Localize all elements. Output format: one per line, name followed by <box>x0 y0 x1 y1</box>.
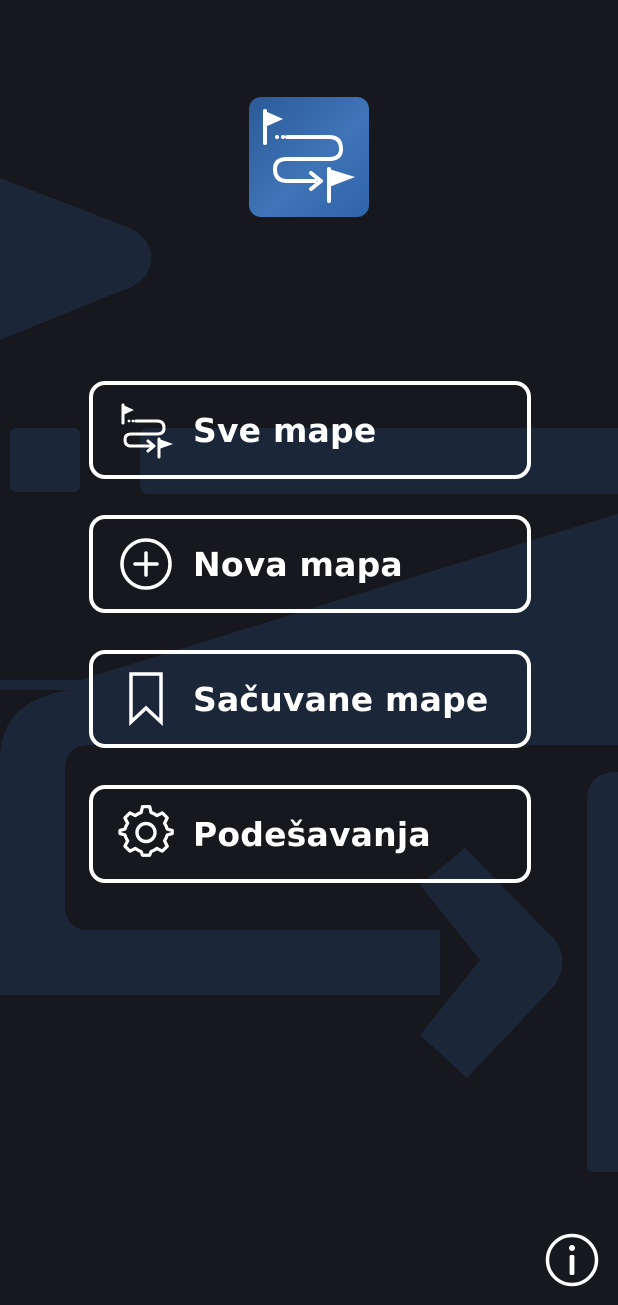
info-icon <box>545 1233 599 1287</box>
app-logo <box>249 97 369 217</box>
route-flags-icon <box>117 401 175 459</box>
saved-maps-label: Sačuvane mape <box>193 679 489 719</box>
all-maps-label: Sve mape <box>193 410 377 450</box>
bookmark-icon <box>117 670 175 728</box>
new-map-label: Nova mapa <box>193 544 403 584</box>
route-flags-icon <box>263 109 355 203</box>
settings-label: Podešavanja <box>193 814 431 854</box>
all-maps-button[interactable]: Sve mape <box>89 381 531 479</box>
info-button[interactable] <box>545 1233 599 1287</box>
new-map-button[interactable]: Nova mapa <box>89 515 531 613</box>
settings-button[interactable]: Podešavanja <box>89 785 531 883</box>
main-menu: Sve mape Nova mapa Sačuvane mape Podešav… <box>89 381 531 919</box>
saved-maps-button[interactable]: Sačuvane mape <box>89 650 531 748</box>
gear-icon <box>117 805 175 863</box>
plus-circle-icon <box>117 535 175 593</box>
